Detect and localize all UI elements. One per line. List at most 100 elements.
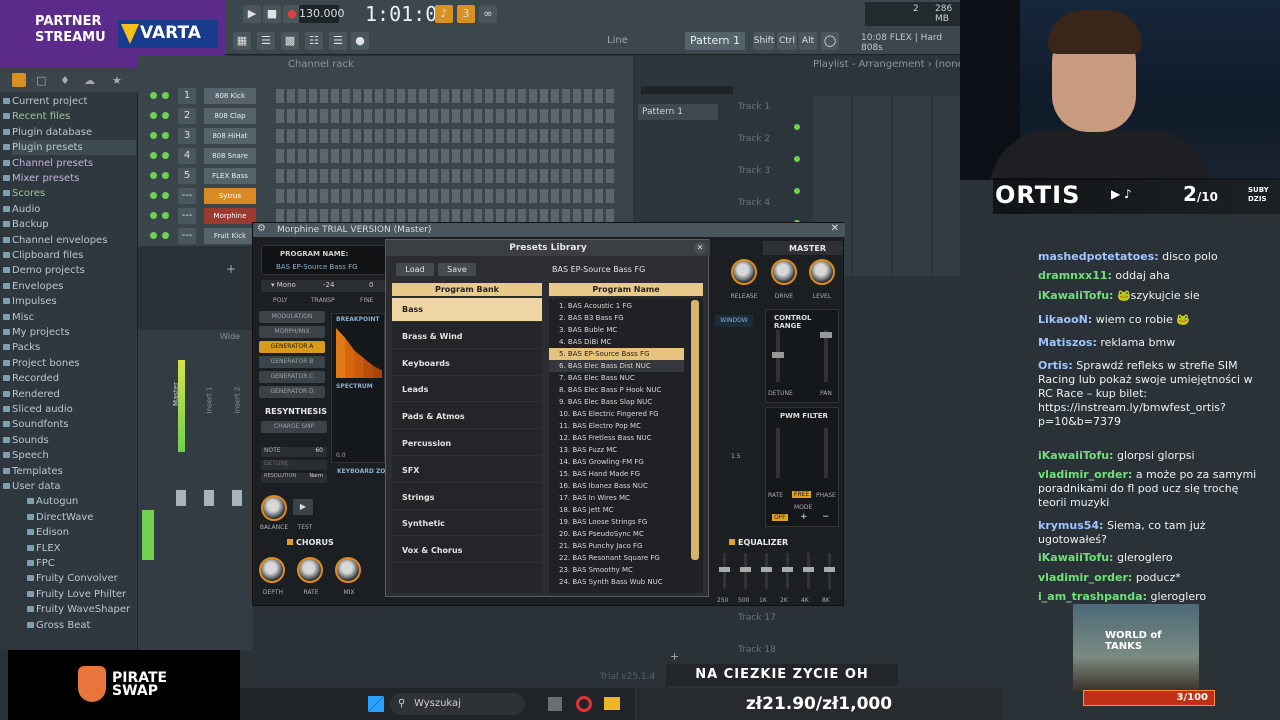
program-item[interactable]: 18. BAS Jett MC bbox=[559, 504, 685, 516]
step-sequencer[interactable] bbox=[276, 209, 616, 223]
plus-icon[interactable]: + bbox=[800, 512, 808, 522]
channel-solo-led[interactable] bbox=[162, 152, 169, 159]
program-item[interactable]: 5. BAS EP-Source Bass FG bbox=[549, 348, 684, 360]
track-led[interactable] bbox=[794, 156, 800, 162]
track-led[interactable] bbox=[794, 124, 800, 130]
close-icon[interactable]: ✕ bbox=[694, 242, 706, 254]
eq-band-thumb[interactable] bbox=[782, 567, 793, 572]
program-item[interactable]: 14. BAS Growling-FM FG bbox=[559, 456, 685, 468]
program-bank-item[interactable]: Vox & Chorus bbox=[392, 539, 542, 564]
program-bank-item[interactable]: Pads & Atmos bbox=[392, 405, 542, 430]
balance-knob[interactable] bbox=[261, 495, 287, 521]
browser-item[interactable]: Edison bbox=[26, 525, 69, 540]
program-item[interactable]: 16. BAS Ibanez Bass NUC bbox=[559, 480, 685, 492]
browser-icon[interactable]: ☰ bbox=[329, 32, 347, 50]
channel-mute-led[interactable] bbox=[150, 132, 157, 139]
browser-item[interactable]: Audio bbox=[2, 202, 40, 217]
channel-name-button[interactable]: 808 HiHat bbox=[204, 128, 256, 144]
browser-item[interactable]: Fruity WaveShaper bbox=[26, 602, 130, 617]
channel-mixer-track[interactable]: 1 bbox=[178, 88, 196, 104]
browser-item[interactable]: Fruity Convolver bbox=[27, 571, 118, 586]
eq-band-thumb[interactable] bbox=[740, 567, 751, 572]
channel-mute-led[interactable] bbox=[150, 92, 157, 99]
chat-username[interactable]: iKawaiiTofu: bbox=[1038, 551, 1113, 564]
browser-item[interactable]: Autogun bbox=[26, 494, 78, 509]
browser-item[interactable]: Misc bbox=[2, 310, 34, 325]
pwm-rate-slider[interactable] bbox=[776, 428, 780, 478]
pwm-free-button[interactable]: FREE bbox=[792, 491, 812, 498]
channel-mixer-track[interactable]: 4 bbox=[178, 148, 196, 164]
browser-item[interactable]: Sounds bbox=[3, 433, 49, 448]
channel-rack-icon[interactable]: ▩ bbox=[281, 32, 299, 50]
program-bank-item[interactable]: Percussion bbox=[392, 432, 542, 456]
browser-item[interactable]: Envelopes bbox=[2, 279, 63, 294]
add-icon[interactable] bbox=[12, 73, 26, 87]
morph-section-button[interactable]: MODULATION bbox=[259, 311, 325, 323]
browser-item[interactable]: Channel presets bbox=[2, 156, 93, 171]
program-item[interactable]: 21. BAS Punchy Jaco FG bbox=[559, 540, 685, 552]
program-bank-item[interactable]: Strings bbox=[392, 486, 542, 510]
eq-band-thumb[interactable] bbox=[803, 567, 814, 572]
morph-section-button[interactable]: GENERATOR D bbox=[259, 386, 325, 398]
browser-item[interactable]: Current project bbox=[2, 94, 87, 109]
browser-item[interactable]: Backup bbox=[3, 217, 49, 232]
test-play-icon[interactable]: ▶ bbox=[293, 499, 313, 515]
browser-item[interactable]: Rendered bbox=[3, 387, 60, 402]
alt-key[interactable]: Alt bbox=[799, 32, 817, 50]
chat-username[interactable]: Ortis: bbox=[1038, 359, 1073, 372]
program-item[interactable]: 8. BAS Elec Bass P Hook NUC bbox=[559, 384, 685, 396]
morphine-title-bar[interactable]: Morphine TRIAL VERSION (Master) bbox=[253, 223, 845, 237]
browser-item[interactable]: DirectWave bbox=[26, 510, 93, 525]
microphone-icon[interactable]: ● bbox=[351, 32, 369, 50]
morph-section-button[interactable]: MORPH/MIX bbox=[259, 326, 325, 338]
fine-value[interactable]: 0 bbox=[369, 281, 373, 289]
program-item[interactable]: 10. BAS Electric Fingered FG bbox=[559, 408, 685, 420]
browser-item[interactable]: Templates bbox=[3, 464, 63, 479]
program-item[interactable]: 7. BAS Elec Bass NUC bbox=[559, 372, 685, 384]
detune-field[interactable]: DETUNE bbox=[261, 460, 327, 470]
chorus-mix-knob[interactable] bbox=[335, 557, 361, 583]
channel-solo-led[interactable] bbox=[162, 212, 169, 219]
program-bank-item[interactable]: Synthetic bbox=[392, 512, 542, 537]
windows-start-icon[interactable] bbox=[368, 696, 384, 712]
file-icon[interactable]: □ bbox=[36, 74, 46, 87]
channel-name-button[interactable]: Sytrus bbox=[204, 188, 256, 204]
step-sequencer[interactable] bbox=[276, 89, 616, 103]
browser-item[interactable]: Project bones bbox=[3, 356, 80, 371]
close-icon[interactable]: ✕ bbox=[831, 223, 839, 234]
channel-name-button[interactable]: Fruit Kick bbox=[204, 228, 256, 244]
window-button[interactable]: WINDOW bbox=[715, 315, 753, 327]
plugin-icon[interactable]: ♦ bbox=[60, 74, 70, 87]
gear-icon[interactable]: ⚙ bbox=[257, 223, 271, 237]
channel-mute-led[interactable] bbox=[150, 112, 157, 119]
chat-username[interactable]: vladimir_order: bbox=[1038, 468, 1132, 481]
shift-key[interactable]: Shift bbox=[753, 32, 775, 50]
note-field[interactable]: NOTE 60 bbox=[261, 447, 327, 457]
master-fader[interactable] bbox=[176, 490, 186, 506]
program-item[interactable]: 4. BAS DiBi MC bbox=[559, 336, 685, 348]
morph-section-button[interactable]: GENERATOR B bbox=[259, 356, 325, 368]
drive-knob[interactable] bbox=[771, 259, 797, 285]
online-icon[interactable]: ◯ bbox=[821, 32, 839, 50]
eq-band-thumb[interactable] bbox=[824, 567, 835, 572]
channel-mixer-track[interactable]: 3 bbox=[178, 128, 196, 144]
browser-item[interactable]: User data bbox=[3, 479, 61, 494]
chat-username[interactable]: i_am_trashpanda: bbox=[1038, 590, 1147, 603]
insert-2-fader[interactable] bbox=[232, 490, 242, 506]
program-bank-item[interactable]: Keyboards bbox=[392, 352, 542, 376]
countdown-icon[interactable]: 3 bbox=[457, 5, 475, 23]
channel-solo-led[interactable] bbox=[162, 172, 169, 179]
metronome-icon[interactable]: ♪ bbox=[435, 5, 453, 23]
channel-mixer-track[interactable]: --- bbox=[178, 228, 196, 244]
track-led[interactable] bbox=[794, 188, 800, 194]
program-item[interactable]: 3. BAS Buble MC bbox=[559, 324, 685, 336]
charge-sample-button[interactable]: CHARGE SMP bbox=[261, 421, 327, 433]
channel-solo-led[interactable] bbox=[162, 92, 169, 99]
program-bank-item[interactable]: Brass & Wind bbox=[392, 325, 542, 349]
insert-1-fader[interactable] bbox=[204, 490, 214, 506]
chat-username[interactable]: vladimir_order: bbox=[1038, 571, 1132, 584]
channel-mixer-track[interactable]: 2 bbox=[178, 108, 196, 124]
load-button[interactable]: Load bbox=[396, 263, 434, 276]
program-item[interactable]: 19. BAS Loose Strings FG bbox=[559, 516, 685, 528]
channel-solo-led[interactable] bbox=[162, 192, 169, 199]
